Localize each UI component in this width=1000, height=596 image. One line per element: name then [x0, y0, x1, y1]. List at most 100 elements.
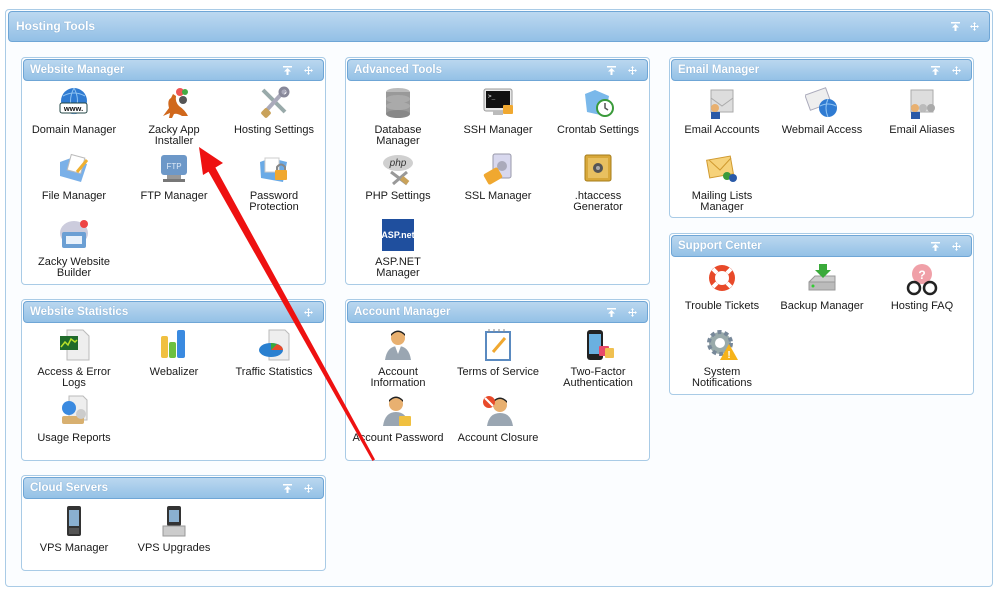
tool-label: Database Manager — [374, 124, 422, 147]
tool-asp-net-manager[interactable]: ASP.net ASP.NET Manager — [348, 218, 448, 279]
svg-text:ASP.net: ASP.net — [381, 230, 414, 240]
wrench-screwdriver-icon — [261, 86, 290, 118]
tool-backup-manager[interactable]: Backup Manager — [772, 262, 872, 312]
folder-lock-icon — [260, 157, 287, 182]
tool-label: Crontab Settings — [557, 124, 639, 136]
tool-label: ASP.NET Manager — [375, 256, 421, 279]
tool-ssl-manager[interactable]: SSL Manager — [448, 152, 548, 202]
safe-icon — [584, 154, 612, 182]
move-icon[interactable] — [952, 65, 961, 75]
folder-clock-icon — [585, 90, 614, 117]
tool-email-accounts[interactable]: Email Accounts — [672, 86, 772, 136]
svg-text:?: ? — [918, 268, 925, 282]
tool-label: Two-Factor Authentication — [563, 366, 633, 389]
tool-label: Backup Manager — [780, 300, 864, 312]
tool-ssh-manager[interactable]: >_ SSH Manager — [448, 86, 548, 136]
database-icon — [386, 88, 410, 118]
tool-label: Email Aliases — [889, 124, 955, 136]
panel-header: Cloud Servers — [23, 477, 324, 499]
panel-title: Website Manager — [30, 64, 125, 76]
tool-system-notifications[interactable]: ! System Notifications — [672, 328, 772, 389]
globe-www-icon: www. — [59, 87, 88, 115]
cloud-servers-panel: Cloud Servers VPS Manager VPS Upgrades — [21, 475, 326, 571]
mailing-list-icon — [706, 155, 737, 182]
tool-label: Email Accounts — [684, 124, 760, 136]
collapse-icon[interactable] — [607, 307, 616, 317]
collapse-icon[interactable] — [931, 65, 940, 75]
svg-text:FTP: FTP — [166, 162, 181, 171]
tool-usage-reports[interactable]: Usage Reports — [24, 394, 124, 444]
tool-hosting-settings[interactable]: Hosting Settings — [224, 86, 324, 136]
tool-label: Domain Manager — [31, 124, 117, 136]
aspnet-icon: ASP.net — [381, 219, 415, 251]
tool-label: SSL Manager — [464, 190, 532, 202]
collapse-icon[interactable] — [283, 483, 292, 493]
folder-files-icon — [60, 153, 89, 182]
tool-access-error-logs[interactable]: Access & Error Logs — [24, 328, 124, 389]
move-icon[interactable] — [970, 22, 979, 31]
tool-email-aliases[interactable]: Email Aliases — [872, 86, 972, 136]
tool-zacky-website-builder[interactable]: Zacky Website Builder — [24, 218, 124, 279]
tool-account-closure[interactable]: Account Closure — [448, 394, 548, 444]
tool-htaccess-generator[interactable]: .htaccess Generator — [548, 152, 648, 213]
panel-header: Website Manager — [23, 59, 324, 81]
tool-label: Zacky App Installer — [148, 124, 200, 147]
user-block-icon — [483, 396, 513, 426]
tool-terms-of-service[interactable]: Terms of Service — [448, 328, 548, 378]
tool-label: Password Protection — [249, 190, 299, 213]
move-icon[interactable] — [304, 307, 313, 317]
tool-label: Webmail Access — [781, 124, 863, 136]
collapse-icon[interactable] — [283, 65, 292, 75]
php-tools-icon: php — [383, 155, 413, 186]
tool-php-settings[interactable]: php PHP Settings — [348, 152, 448, 202]
move-icon[interactable] — [628, 65, 637, 75]
collapse-icon[interactable] — [607, 65, 616, 75]
website-statistics-panel: Website Statistics Access & Error Logs We… — [21, 299, 326, 461]
move-icon[interactable] — [628, 307, 637, 317]
tool-label: FTP Manager — [140, 190, 208, 202]
move-icon[interactable] — [304, 483, 313, 493]
user-lock-icon — [383, 396, 411, 426]
panel-header: Support Center — [671, 235, 972, 257]
log-chart-icon — [60, 329, 90, 361]
gear-warning-icon: ! — [707, 330, 738, 361]
tool-vps-upgrades[interactable]: VPS Upgrades — [124, 504, 224, 554]
tool-account-information[interactable]: Account Information — [348, 328, 448, 389]
tool-file-manager[interactable]: File Manager — [24, 152, 124, 202]
tool-password-protection[interactable]: Password Protection — [224, 152, 324, 213]
tool-zacky-app-installer[interactable]: Zacky App Installer — [124, 86, 224, 147]
backup-drive-icon — [808, 264, 836, 291]
tool-label: Mailing Lists Manager — [691, 190, 753, 213]
move-icon[interactable] — [952, 241, 961, 251]
tool-vps-manager[interactable]: VPS Manager — [24, 504, 124, 554]
tool-two-factor-authentication[interactable]: Two-Factor Authentication — [548, 328, 648, 389]
website-builder-icon — [60, 220, 88, 248]
tool-label: Traffic Statistics — [235, 366, 313, 378]
bar-chart-icon — [161, 330, 185, 358]
tool-label: Usage Reports — [37, 432, 111, 444]
tool-domain-manager[interactable]: www. Domain Manager — [24, 86, 124, 136]
tool-trouble-tickets[interactable]: Trouble Tickets — [672, 262, 772, 312]
tool-label: Account Password — [352, 432, 444, 444]
panel-title: Email Manager — [678, 64, 760, 76]
tool-hosting-faq[interactable]: ? Hosting FAQ — [872, 262, 972, 312]
tool-database-manager[interactable]: Database Manager — [348, 86, 448, 147]
user-icon — [385, 330, 411, 360]
collapse-icon[interactable] — [951, 22, 960, 31]
ssl-lock-icon — [483, 153, 512, 185]
tool-label: Account Information — [370, 366, 426, 389]
tool-label: SSH Manager — [463, 124, 533, 136]
advanced-tools-panel: Advanced Tools Database Manager >_ SSH Man… — [345, 57, 650, 285]
panel-header: Website Statistics — [23, 301, 324, 323]
tool-account-password[interactable]: Account Password — [348, 394, 448, 444]
tool-traffic-statistics[interactable]: Traffic Statistics — [224, 328, 324, 378]
move-icon[interactable] — [304, 65, 313, 75]
tool-crontab-settings[interactable]: Crontab Settings — [548, 86, 648, 136]
tool-webalizer[interactable]: Webalizer — [124, 328, 224, 378]
tool-mailing-lists-manager[interactable]: Mailing Lists Manager — [672, 152, 772, 213]
tool-ftp-manager[interactable]: FTP FTP Manager — [124, 152, 224, 202]
collapse-icon[interactable] — [931, 241, 940, 251]
lifebuoy-icon — [709, 265, 735, 291]
panel-title: Advanced Tools — [354, 64, 442, 76]
tool-webmail-access[interactable]: Webmail Access — [772, 86, 872, 136]
